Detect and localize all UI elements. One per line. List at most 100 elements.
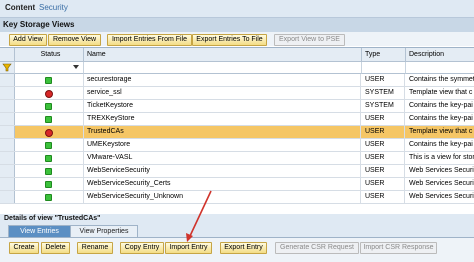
table-row[interactable]: securestorage USER Contains the symmet [0, 74, 474, 87]
description-cell: Template view that c [409, 89, 473, 96]
type-cell: USER [362, 191, 405, 203]
type-cell: USER [362, 139, 405, 151]
name-cell: TicketKeystore [84, 100, 361, 112]
filter-name[interactable] [84, 62, 362, 74]
details-title: Details of view "TrustedCAs" [4, 215, 101, 222]
status-error-icon [45, 90, 53, 98]
row-selector[interactable] [0, 113, 15, 125]
delete-button[interactable]: Delete [41, 242, 70, 254]
import-entries-from-file-button[interactable]: Import Entries From File [107, 34, 192, 46]
type-cell: SYSTEM [362, 100, 405, 112]
type-cell: USER [362, 126, 405, 138]
status-cell [15, 191, 84, 203]
name-cell: WebServiceSecurity [84, 165, 361, 177]
row-selector[interactable] [0, 165, 15, 177]
panel-title: Key Storage Views [3, 20, 75, 29]
export-entry-button[interactable]: Export Entry [220, 242, 267, 254]
status-ok-icon [45, 155, 52, 162]
export-entries-to-file-button[interactable]: Export Entries To File [192, 34, 267, 46]
description-cell: Contains the key-pai [409, 102, 473, 109]
create-button[interactable]: Create [9, 242, 39, 254]
column-header-status[interactable]: Status [15, 48, 84, 62]
name-cell: service_ssl [84, 87, 361, 99]
entries-toolbar: Create Delete Rename Copy Entry Import E… [0, 237, 474, 262]
type-cell: USER [362, 165, 405, 177]
table-row[interactable]: TicketKeystore SYSTEM Contains the key-pai [0, 100, 474, 113]
row-selector[interactable] [0, 191, 15, 203]
name-cell: WebServiceSecurity_Unknown [84, 191, 361, 203]
column-header-type[interactable]: Type [362, 48, 406, 62]
name-cell: WebServiceSecurity_Certs [84, 178, 361, 190]
view-details-panel: Details of view "TrustedCAs" View Entrie… [0, 214, 474, 262]
column-header-name[interactable]: Name [84, 48, 362, 62]
tab-view-properties[interactable]: View Properties [70, 225, 138, 237]
status-cell [15, 165, 84, 177]
row-selector-header [0, 48, 15, 62]
status-ok-icon [45, 168, 52, 175]
filter-description[interactable] [406, 62, 474, 74]
row-selector[interactable] [0, 100, 15, 112]
description-cell: Contains the symmet [409, 76, 474, 83]
table-row[interactable]: WebServiceSecurity_Unknown USER Web Servic… [0, 191, 474, 204]
rename-button[interactable]: Rename [77, 242, 113, 254]
remove-view-button[interactable]: Remove View [48, 34, 101, 46]
tab-view-entries[interactable]: View Entries [8, 225, 71, 237]
top-navigation-bar: Content Security [0, 0, 474, 18]
description-cell: Web Services Securit [409, 167, 474, 174]
type-cell: USER [362, 113, 405, 125]
filter-type[interactable] [362, 62, 406, 74]
generate-csr-request-button[interactable]: Generate CSR Request [275, 242, 359, 254]
column-header-description[interactable]: Description [406, 48, 474, 62]
description-cell: This is a view for stor [409, 154, 474, 161]
copy-entry-button[interactable]: Copy Entry [120, 242, 164, 254]
table-row[interactable]: VMware-VASL USER This is a view for stor [0, 152, 474, 165]
table-row[interactable]: service_ssl SYSTEM Template view that c [0, 87, 474, 100]
import-csr-response-button[interactable]: Import CSR Response [360, 242, 437, 254]
description-cell: Contains the key-pai [409, 141, 473, 148]
panel-title-bar: Key Storage Views [0, 18, 474, 32]
nav-content-link[interactable]: Content [5, 3, 35, 12]
table-row[interactable]: UMEKeystore USER Contains the key-pai [0, 139, 474, 152]
row-selector[interactable] [0, 139, 15, 151]
table-row[interactable]: TREXKeyStore USER Contains the key-pai [0, 113, 474, 126]
status-ok-icon [45, 142, 52, 149]
description-cell: Template view that c [409, 128, 473, 135]
table-row[interactable]: WebServiceSecurity USER Web Services Secur… [0, 165, 474, 178]
table-row[interactable]: TrustedCAs USER Template view that c [0, 126, 474, 139]
type-cell: USER [362, 152, 405, 164]
status-cell [15, 74, 84, 86]
description-cell: Contains the key-pai [409, 115, 473, 122]
filter-status[interactable] [15, 62, 84, 74]
status-cell [15, 87, 84, 99]
row-selector[interactable] [0, 178, 15, 190]
status-error-icon [45, 129, 53, 137]
status-ok-icon [45, 77, 52, 84]
status-ok-icon [45, 103, 52, 110]
status-cell [15, 126, 84, 138]
name-cell: securestorage [84, 74, 361, 86]
type-cell: SYSTEM [362, 87, 405, 99]
status-ok-icon [45, 116, 52, 123]
name-cell: VMware-VASL [84, 152, 361, 164]
export-view-to-pse-button[interactable]: Export View to PSE [274, 34, 345, 46]
name-cell: UMEKeystore [84, 139, 361, 151]
add-view-button[interactable]: Add View [9, 34, 47, 46]
status-cell [15, 178, 84, 190]
row-selector[interactable] [0, 87, 15, 99]
filter-toggle[interactable] [0, 62, 15, 74]
name-cell: TREXKeyStore [84, 113, 361, 125]
import-entry-button[interactable]: Import Entry [165, 242, 212, 254]
status-cell [15, 139, 84, 151]
chevron-down-icon [73, 65, 79, 69]
nav-security-link[interactable]: Security [39, 3, 68, 12]
row-selector[interactable] [0, 74, 15, 86]
description-cell: Web Services Securit [409, 180, 474, 187]
type-cell: USER [362, 178, 405, 190]
status-cell [15, 113, 84, 125]
filter-icon [2, 63, 12, 72]
status-ok-icon [45, 194, 52, 201]
type-cell: USER [362, 74, 405, 86]
row-selector[interactable] [0, 126, 15, 138]
row-selector[interactable] [0, 152, 15, 164]
table-row[interactable]: WebServiceSecurity_Certs USER Web Services… [0, 178, 474, 191]
